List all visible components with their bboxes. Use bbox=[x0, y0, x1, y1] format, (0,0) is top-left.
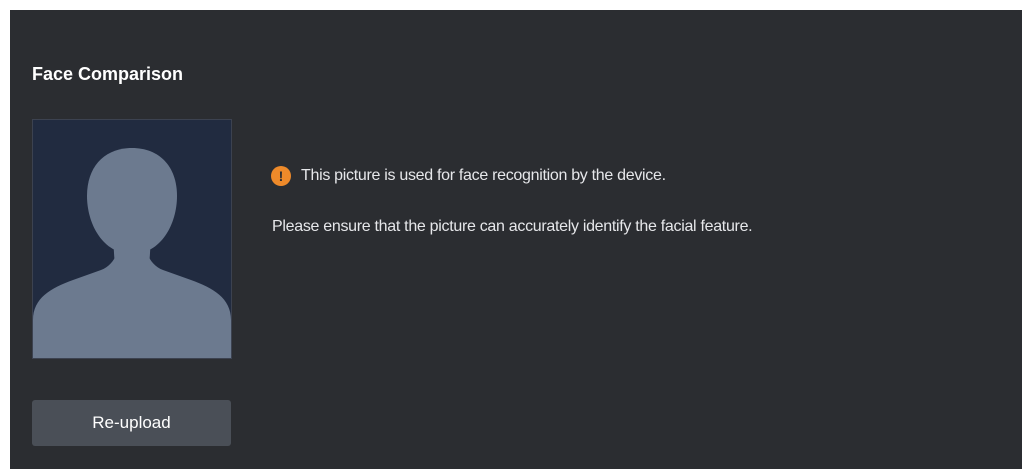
hint-text: Please ensure that the picture can accur… bbox=[272, 218, 753, 235]
notice-text: This picture is used for face recognitio… bbox=[301, 167, 666, 184]
panel-title: Face Comparison bbox=[32, 64, 184, 84]
face-comparison-panel: Face Comparison ! This picture is used f… bbox=[10, 10, 1022, 469]
avatar-silhouette-icon bbox=[33, 148, 231, 358]
notice-row: ! This picture is used for face recognit… bbox=[271, 165, 666, 187]
reupload-button[interactable]: Re-upload bbox=[32, 400, 231, 446]
warning-icon: ! bbox=[271, 166, 291, 186]
face-photo-preview bbox=[32, 119, 232, 359]
